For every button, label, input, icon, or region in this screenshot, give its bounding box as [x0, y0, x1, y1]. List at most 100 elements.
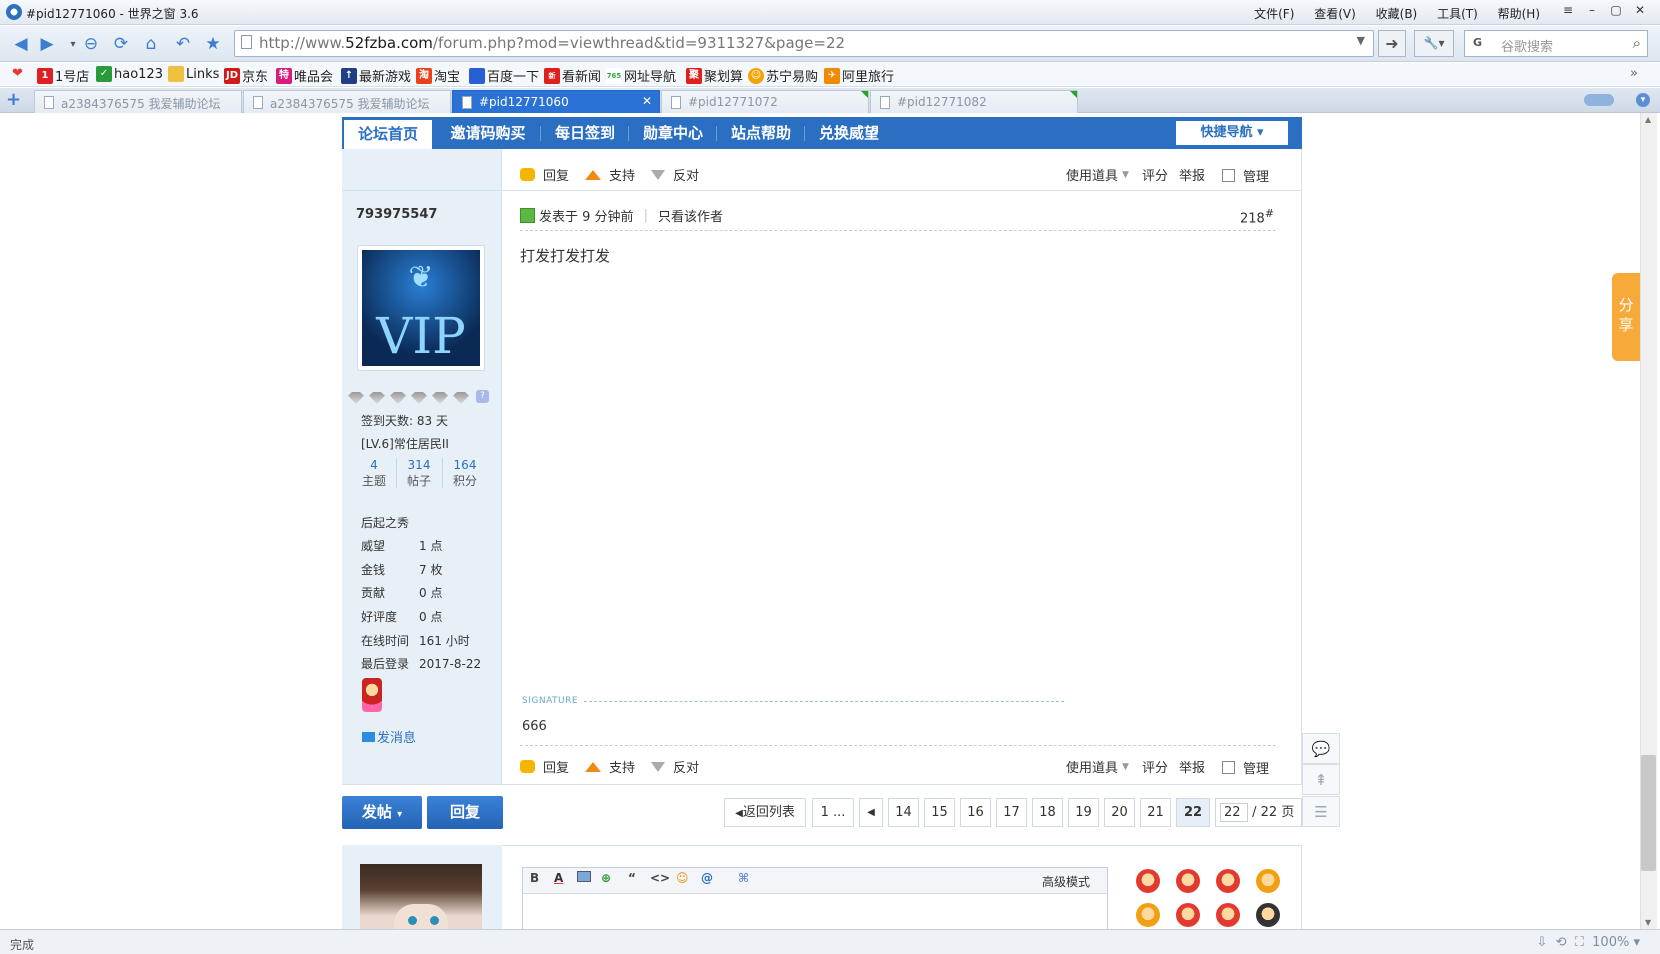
scrollbar-thumb[interactable] — [1641, 755, 1656, 871]
zoom-dropdown-icon[interactable]: ▾ — [1633, 935, 1640, 950]
address-bar[interactable]: http://www.52fzba.com/forum.php?mod=view… — [234, 30, 1374, 57]
maximize-button[interactable]: ▢ — [1604, 3, 1628, 17]
fav-item[interactable]: JD 京东 — [224, 66, 268, 85]
rate-action[interactable]: 评分 — [1142, 757, 1168, 776]
advanced-mode-link[interactable]: 高级模式 — [1042, 873, 1090, 890]
user-level[interactable]: [LV.6]常住居民II — [361, 435, 449, 452]
tab-1[interactable]: a2384376575 我爱辅助论坛 — [34, 90, 242, 113]
fav-item[interactable]: 聚聚划算 — [686, 66, 743, 85]
reply-button[interactable]: 回复 — [427, 796, 503, 829]
tools-button[interactable]: 🔧▾ — [1414, 30, 1454, 57]
scroll-up-icon[interactable]: ▲ — [1645, 115, 1651, 124]
go-button[interactable]: ➜ — [1378, 30, 1406, 57]
smiley-icon[interactable] — [1136, 869, 1160, 893]
menu-favorites[interactable]: 收藏(B) — [1376, 7, 1418, 21]
manage-checkbox[interactable]: 管理 — [1222, 758, 1269, 777]
search-icon[interactable]: ⌕ — [1633, 34, 1641, 52]
stat-points[interactable]: 164 积分 — [445, 458, 485, 489]
list-icon[interactable]: ☰ — [1302, 796, 1340, 827]
fav-item[interactable]: 1 1号店 — [37, 66, 89, 85]
fav-item[interactable]: ↑ 最新游戏 — [341, 66, 411, 85]
send-message-link[interactable]: 发消息 — [362, 727, 416, 746]
fullscreen-icon[interactable]: ⛶ — [1575, 935, 1584, 950]
smiley-icon[interactable] — [1216, 869, 1240, 893]
fav-item[interactable]: ✈ 阿里旅行 — [824, 66, 894, 85]
page-link[interactable]: 20 — [1104, 798, 1135, 827]
fav-item[interactable]: 新看新闻 — [544, 66, 601, 85]
menu-help[interactable]: 帮助(H) — [1498, 7, 1540, 21]
image-icon[interactable] — [577, 871, 591, 882]
nav-invite-code[interactable]: 邀请码购买 — [436, 117, 540, 149]
back-to-top-icon[interactable]: ⇞ — [1302, 764, 1340, 795]
download-icon[interactable]: ⇩ — [1536, 935, 1547, 950]
tab-4[interactable]: #pid12771072 — [661, 90, 869, 113]
use-tools-action[interactable]: 使用道具 ▼ — [1066, 757, 1129, 776]
font-color-icon[interactable]: A — [554, 871, 563, 885]
page-link[interactable]: 19 — [1068, 798, 1099, 827]
nav-forum-home[interactable]: 论坛首页 — [344, 120, 432, 149]
current-user-avatar[interactable] — [360, 864, 482, 929]
favorite-star-icon[interactable]: ★ — [200, 31, 226, 57]
favorites-more-icon[interactable]: » — [1630, 66, 1638, 81]
stop-icon[interactable]: ⊖ — [78, 31, 104, 57]
post-author-name[interactable]: 793975547 — [356, 207, 437, 222]
tab-scroll-icon[interactable] — [1584, 94, 1614, 106]
page-link[interactable]: 17 — [996, 798, 1027, 827]
page-link[interactable]: 14 — [888, 798, 919, 827]
bold-icon[interactable]: B — [530, 871, 539, 885]
prev-page-icon[interactable]: ◀ — [859, 798, 883, 827]
reply-action[interactable]: 回复 — [520, 165, 569, 184]
search-input[interactable]: G 谷歌搜索 ⌕ — [1464, 30, 1648, 57]
menu-file[interactable]: 文件(F) — [1254, 7, 1294, 21]
quick-nav-button[interactable]: 快捷导航 ▾ — [1176, 121, 1288, 145]
nav-exchange[interactable]: 兑换威望 — [806, 117, 892, 149]
fav-item[interactable]: 淘淘宝 — [416, 66, 460, 85]
report-action[interactable]: 举报 — [1179, 165, 1205, 184]
oppose-action[interactable]: 反对 — [651, 165, 699, 184]
code-icon[interactable]: <> — [650, 871, 670, 885]
new-tab-icon[interactable]: + — [6, 91, 21, 109]
attachment-icon[interactable]: ⌘ — [738, 871, 749, 885]
page-link[interactable]: 15 — [924, 798, 955, 827]
tab-2[interactable]: a2384376575 我爱辅助论坛 — [243, 90, 451, 113]
back-to-list-button[interactable]: ◀返回列表 — [724, 798, 806, 827]
new-post-button[interactable]: 发帖 ▾ — [342, 796, 422, 829]
link-icon[interactable]: ⊕ — [601, 871, 611, 885]
refresh-icon[interactable]: ⟳ — [108, 31, 134, 57]
floor-number[interactable]: 218# — [1240, 207, 1274, 226]
tab-active[interactable]: #pid12771060 ✕ — [452, 90, 660, 113]
smiley-icon[interactable] — [1176, 903, 1200, 927]
comment-icon[interactable]: 💬 — [1302, 733, 1340, 764]
nav-help[interactable]: 站点帮助 — [718, 117, 804, 149]
support-action[interactable]: 支持 — [585, 165, 635, 184]
nav-daily-checkin[interactable]: 每日签到 — [542, 117, 628, 149]
only-author-link[interactable]: 只看该作者 — [658, 206, 723, 225]
tab-menu-icon[interactable]: ▾ — [1636, 93, 1650, 107]
page-first[interactable]: 1 ... — [812, 798, 854, 827]
menu-tools[interactable]: 工具(T) — [1437, 7, 1478, 21]
search-engine-icon[interactable]: G — [1473, 36, 1482, 49]
menu-view[interactable]: 查看(V) — [1314, 7, 1356, 21]
home-icon[interactable]: ⌂ — [138, 31, 164, 57]
fav-item[interactable]: ✓ hao123 — [96, 66, 163, 82]
use-tools-action[interactable]: 使用道具 ▼ — [1066, 165, 1129, 184]
smiley-icon[interactable] — [1136, 903, 1160, 927]
back-icon[interactable]: ◀ — [8, 31, 34, 57]
smiley-icon[interactable] — [1216, 903, 1240, 927]
fav-item[interactable]: 🐾 百度一下 — [469, 66, 539, 85]
report-action[interactable]: 举报 — [1179, 757, 1205, 776]
share-button[interactable]: 分享 — [1612, 273, 1640, 361]
reply-action[interactable]: 回复 — [520, 757, 569, 776]
support-action[interactable]: 支持 — [585, 757, 635, 776]
tab-5[interactable]: #pid12771082 — [870, 90, 1078, 113]
minimize-button[interactable]: – — [1580, 3, 1604, 17]
forward-icon[interactable]: ▶ — [34, 31, 60, 57]
mention-icon[interactable]: @ — [701, 871, 713, 885]
undo-close-icon[interactable]: ↶ — [170, 31, 196, 57]
close-button[interactable]: ✕ — [1628, 3, 1652, 17]
fav-item[interactable]: ☺ 苏宁易购 — [748, 66, 818, 85]
sync-icon[interactable]: ⟲ — [1556, 935, 1567, 950]
rate-action[interactable]: 评分 — [1142, 165, 1168, 184]
smiley-icon[interactable] — [1176, 869, 1200, 893]
page-jump-input[interactable]: 22 — [1220, 803, 1248, 822]
